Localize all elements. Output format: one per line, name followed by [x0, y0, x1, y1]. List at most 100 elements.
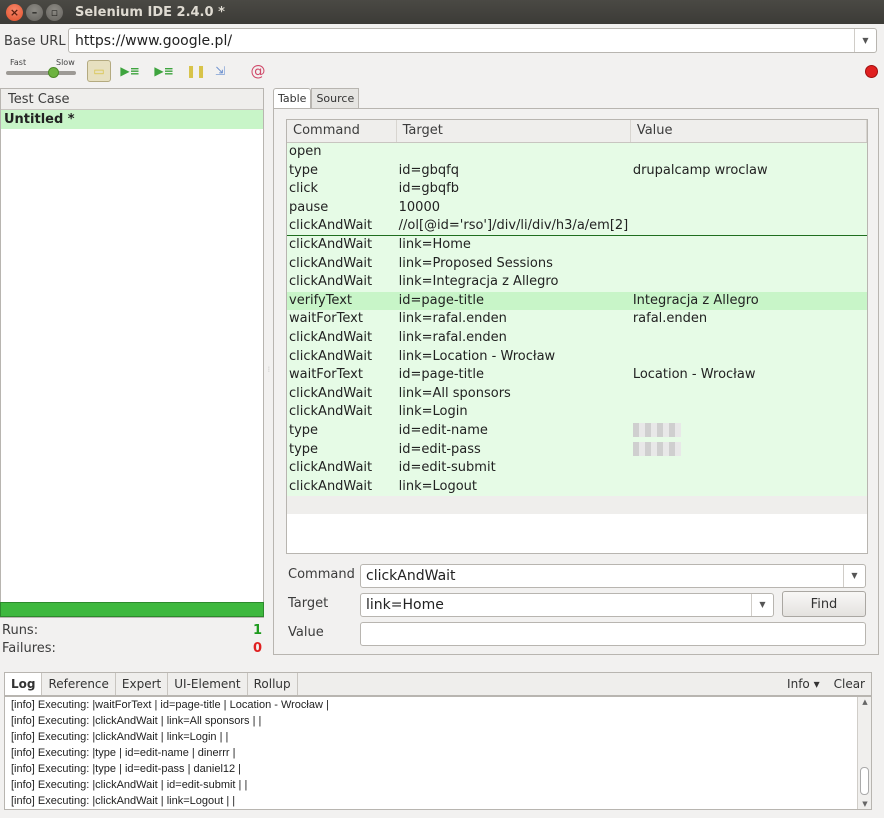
maximize-window-icon[interactable]: ▫ [46, 3, 63, 21]
cell-command: clickAndWait [289, 274, 373, 290]
step-button[interactable]: ⇲ [208, 60, 232, 82]
pause-mode-icon: ▭ [93, 64, 105, 78]
column-value[interactable]: Value [631, 120, 867, 142]
cell-target: id=gbqfq [398, 162, 459, 178]
play-current-icon: ▶≡ [154, 64, 174, 78]
cell-command: open [289, 144, 322, 159]
play-suite-button[interactable]: ▭ [87, 60, 111, 82]
rollup-icon: @ [250, 62, 266, 80]
target-input-value: link=Home [366, 597, 444, 613]
speed-knob[interactable] [48, 67, 59, 78]
table-row[interactable]: type id=edit-name [287, 421, 867, 441]
redacted-value [632, 442, 681, 456]
log-line: [info] Executing: |clickAndWait | link=A… [11, 715, 262, 727]
find-button[interactable]: Find [782, 591, 866, 617]
value-label: Value [288, 625, 324, 640]
table-row[interactable]: clickAndWait //ol[@id='rso']/div/li/div/h… [287, 217, 867, 236]
cell-command: clickAndWait [289, 404, 373, 420]
pause-button[interactable]: ❚❚ [184, 60, 208, 82]
table-row[interactable]: clickAndWait link=Home [287, 235, 867, 255]
cell-target: link=Login [398, 404, 468, 420]
table-row[interactable]: clickAndWait link=Integracja z Allegro [287, 273, 867, 292]
log-output[interactable]: [info] Executing: |waitForText | id=page… [4, 696, 872, 810]
cell-command: pause [289, 199, 329, 215]
table-row[interactable]: clickAndWait link=Proposed Sessions [287, 254, 867, 274]
command-table-header: Command Target Value [287, 120, 867, 143]
cell-value [631, 217, 867, 235]
chevron-down-icon[interactable]: ▼ [854, 29, 876, 52]
tab-table[interactable]: Table [273, 88, 312, 109]
table-row[interactable]: type id=edit-pass [287, 440, 867, 460]
cell-command: clickAndWait [289, 460, 373, 476]
table-row[interactable]: clickAndWait link=rafal.enden [287, 328, 867, 348]
failures-row: Failures: 0 [2, 640, 264, 658]
tab-source[interactable]: Source [311, 88, 360, 109]
record-icon[interactable] [865, 65, 878, 78]
log-lines: [info] Executing: |waitForText | id=page… [5, 697, 871, 809]
table-row[interactable]: clickAndWait link=Location - Wrocław [287, 347, 867, 367]
editor-tabs: Table Source [273, 88, 360, 109]
speed-track[interactable] [6, 71, 76, 75]
scroll-up-icon[interactable]: ▲ [858, 698, 871, 706]
table-row[interactable]: clickAndWait link=Login [287, 403, 867, 422]
log-scrollbar[interactable]: ▲ ▼ [857, 697, 871, 809]
clear-log-button[interactable]: Clear [834, 673, 865, 695]
tab-log[interactable]: Log [5, 673, 43, 695]
cell-value: drupalcamp wroclaw [632, 162, 768, 178]
cell-command: waitForText [289, 311, 363, 327]
splitter-handle[interactable]: ⋮ [266, 366, 272, 376]
table-row[interactable]: clickAndWait id=edit-submit [287, 459, 867, 478]
column-target[interactable]: Target [397, 120, 631, 142]
table-row[interactable]: waitForText id=page-title Location - Wrocł… [287, 366, 867, 385]
table-row[interactable]: open [287, 143, 867, 162]
cell-command: type [289, 441, 319, 457]
cell-command: clickAndWait [289, 348, 373, 364]
tab-expert[interactable]: Expert [116, 673, 169, 695]
tab-ui-element[interactable]: UI-Element [168, 673, 248, 695]
log-scroll-thumb[interactable] [860, 767, 869, 795]
cell-target: link=All sponsors [398, 385, 511, 401]
log-line: [info] Executing: |clickAndWait | id=edi… [11, 779, 248, 791]
log-line: [info] Executing: |waitForText | id=page… [11, 699, 329, 711]
log-level-dropdown[interactable]: Info ▾ [787, 673, 820, 695]
command-input[interactable]: clickAndWait ▼ [360, 564, 866, 588]
target-chevron-down-icon[interactable]: ▼ [751, 594, 773, 616]
table-row[interactable]: pause 10000 [287, 198, 867, 218]
value-input[interactable] [360, 622, 866, 646]
table-row[interactable]: clickAndWait link=All sponsors [287, 384, 867, 404]
value-field-row: Value [286, 622, 868, 646]
progress-bar [0, 602, 264, 617]
column-command[interactable]: Command [287, 120, 397, 142]
cell-target: id=edit-name [398, 422, 488, 438]
test-case-item[interactable]: Untitled * [1, 110, 263, 129]
table-row[interactable]: type id=gbqfq drupalcamp wroclaw [287, 161, 867, 181]
command-field-row: Command clickAndWait ▼ [286, 564, 868, 588]
log-line: [info] Executing: |type | id=edit-name |… [11, 747, 236, 759]
cell-value [631, 459, 867, 478]
failures-label: Failures: [2, 641, 56, 656]
table-row[interactable]: click id=gbqfb [287, 180, 867, 199]
play-current-button[interactable]: ▶≡ [152, 60, 176, 82]
base-url-input[interactable]: https://www.google.pl/ ▼ [68, 28, 877, 53]
rollup-button[interactable]: @ [246, 60, 270, 82]
close-window-icon[interactable]: × [6, 3, 23, 21]
table-row[interactable]: clickAndWait link=Logout [287, 477, 867, 497]
cell-target: link=rafal.enden [398, 311, 507, 327]
target-input[interactable]: link=Home ▼ [360, 593, 774, 617]
minimize-window-icon[interactable]: – [26, 3, 43, 21]
cell-value [631, 348, 867, 367]
play-all-button[interactable]: ▶≡ [118, 60, 142, 82]
cell-command: type [289, 422, 319, 438]
speed-slider[interactable]: Fast Slow [4, 58, 78, 84]
scroll-down-icon[interactable]: ▼ [858, 800, 871, 808]
cell-command: clickAndWait [289, 255, 373, 271]
log-line: [info] Executing: |clickAndWait | link=L… [11, 731, 229, 743]
test-case-panel: Test Case Untitled * [0, 88, 264, 618]
command-table-empty-row[interactable] [287, 496, 867, 515]
tab-reference[interactable]: Reference [42, 673, 116, 695]
tab-rollup[interactable]: Rollup [248, 673, 298, 695]
cell-target: link=Logout [398, 478, 478, 494]
command-chevron-down-icon[interactable]: ▼ [843, 565, 865, 587]
table-row[interactable]: verifyText id=page-title Integracja z Alle… [287, 291, 867, 311]
table-row[interactable]: waitForText link=rafal.enden rafal.enden [287, 310, 867, 329]
